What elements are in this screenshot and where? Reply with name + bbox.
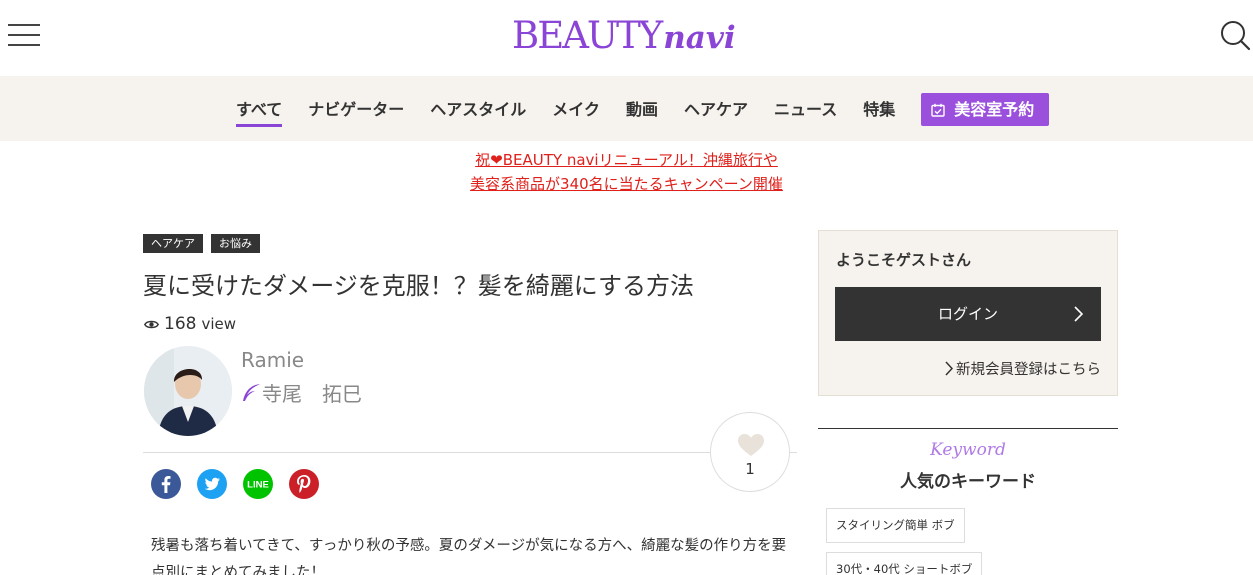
login-label: ログイン [937,305,998,323]
view-count-number: 168 [164,314,197,334]
article-intro: 残暑も落ち着いてきて、すっかり秋の予感。夏のダメージが気になる方へ、綺麗な髪の作… [151,538,787,575]
login-button[interactable]: ログイン [835,287,1101,341]
tag-haircare[interactable]: ヘアケア [143,234,203,253]
share-buttons: LINE [151,469,335,499]
nav-item-feature[interactable]: 特集 [863,93,895,126]
keyword-chip[interactable]: 30代・40代 ショートボブ [826,552,983,575]
logo-main-text: BEAUTY [512,14,663,57]
keyword-divider [818,428,1118,429]
nav-item-navigator[interactable]: ナビゲーター [308,93,404,126]
nav-item-makeup[interactable]: メイク [552,93,600,126]
keyword-script-heading: Keyword [930,440,1006,460]
campaign-banner: 祝❤BEAUTY naviリニューアル！沖縄旅行や 美容系商品が340名に当たる… [0,148,1253,196]
nav-item-haircare[interactable]: ヘアケア [684,93,748,126]
like-button[interactable]: 1 [710,412,790,492]
eye-icon [144,320,159,328]
article-title: 夏に受けたダメージを克服！？髪を綺麗にする方法 [143,272,695,300]
welcome-title: ようこそゲストさん [836,251,972,269]
line-icon[interactable]: LINE [243,469,273,499]
nav-item-hairstyle[interactable]: ヘアスタイル [430,93,526,126]
chevron-right-icon [945,361,953,376]
pinterest-icon[interactable] [289,469,319,499]
keyword-list: スタイリング簡単 ボブ 30代・40代 ショートボブ [826,508,1126,575]
register-label: 新規会員登録はこちら [956,362,1101,378]
article-divider [143,452,797,453]
calendar-check-icon [931,103,945,117]
view-count: 168 view [144,314,236,334]
tag-trouble[interactable]: お悩み [211,234,260,253]
author-stylist-name: 寺尾 拓巳 [262,382,362,406]
site-header: BEAUTYnavi [0,0,1253,76]
campaign-link-line1[interactable]: 祝❤BEAUTY naviリニューアル！沖縄旅行や [475,148,778,172]
nav-list: すべて ナビゲーター ヘアスタイル メイク 動画 ヘアケア ニュース 特集 美容… [236,93,1050,127]
facebook-icon[interactable] [151,469,181,499]
chevron-right-icon [1074,306,1083,322]
campaign-link-line2[interactable]: 美容系商品が340名に当たるキャンペーン開催 [470,172,783,196]
site-logo[interactable]: BEAUTYnavi [512,14,736,58]
main-nav: すべて ナビゲーター ヘアスタイル メイク 動画 ヘアケア ニュース 特集 美容… [0,76,1253,141]
author-avatar[interactable] [144,346,232,436]
twitter-icon[interactable] [197,469,227,499]
author-name[interactable]: Ramie [241,348,304,372]
register-link[interactable]: 新規会員登録はこちら [945,358,1101,379]
nav-item-all[interactable]: すべて [236,93,283,127]
search-icon[interactable] [1218,18,1253,54]
salon-reserve-button[interactable]: 美容室予約 [921,93,1050,126]
nav-item-video[interactable]: 動画 [626,93,658,126]
welcome-box: ようこそゲストさん ログイン 新規会員登録はこちら [818,230,1118,396]
keyword-chip[interactable]: スタイリング簡単 ボブ [826,508,965,543]
nav-item-news[interactable]: ニュース [774,93,837,126]
like-count: 1 [745,460,755,478]
author-stylist: 寺尾 拓巳 [241,378,362,407]
feather-icon [243,383,260,401]
hamburger-menu-icon[interactable] [8,22,40,48]
view-count-unit: view [201,315,236,333]
salon-reserve-label: 美容室予約 [954,100,1035,119]
heart-icon [738,434,764,456]
logo-sub-text: navi [663,20,736,56]
svg-text:LINE: LINE [247,480,269,491]
article-tags: ヘアケア お悩み [143,234,268,253]
keyword-title: 人気のキーワード [900,472,1036,492]
